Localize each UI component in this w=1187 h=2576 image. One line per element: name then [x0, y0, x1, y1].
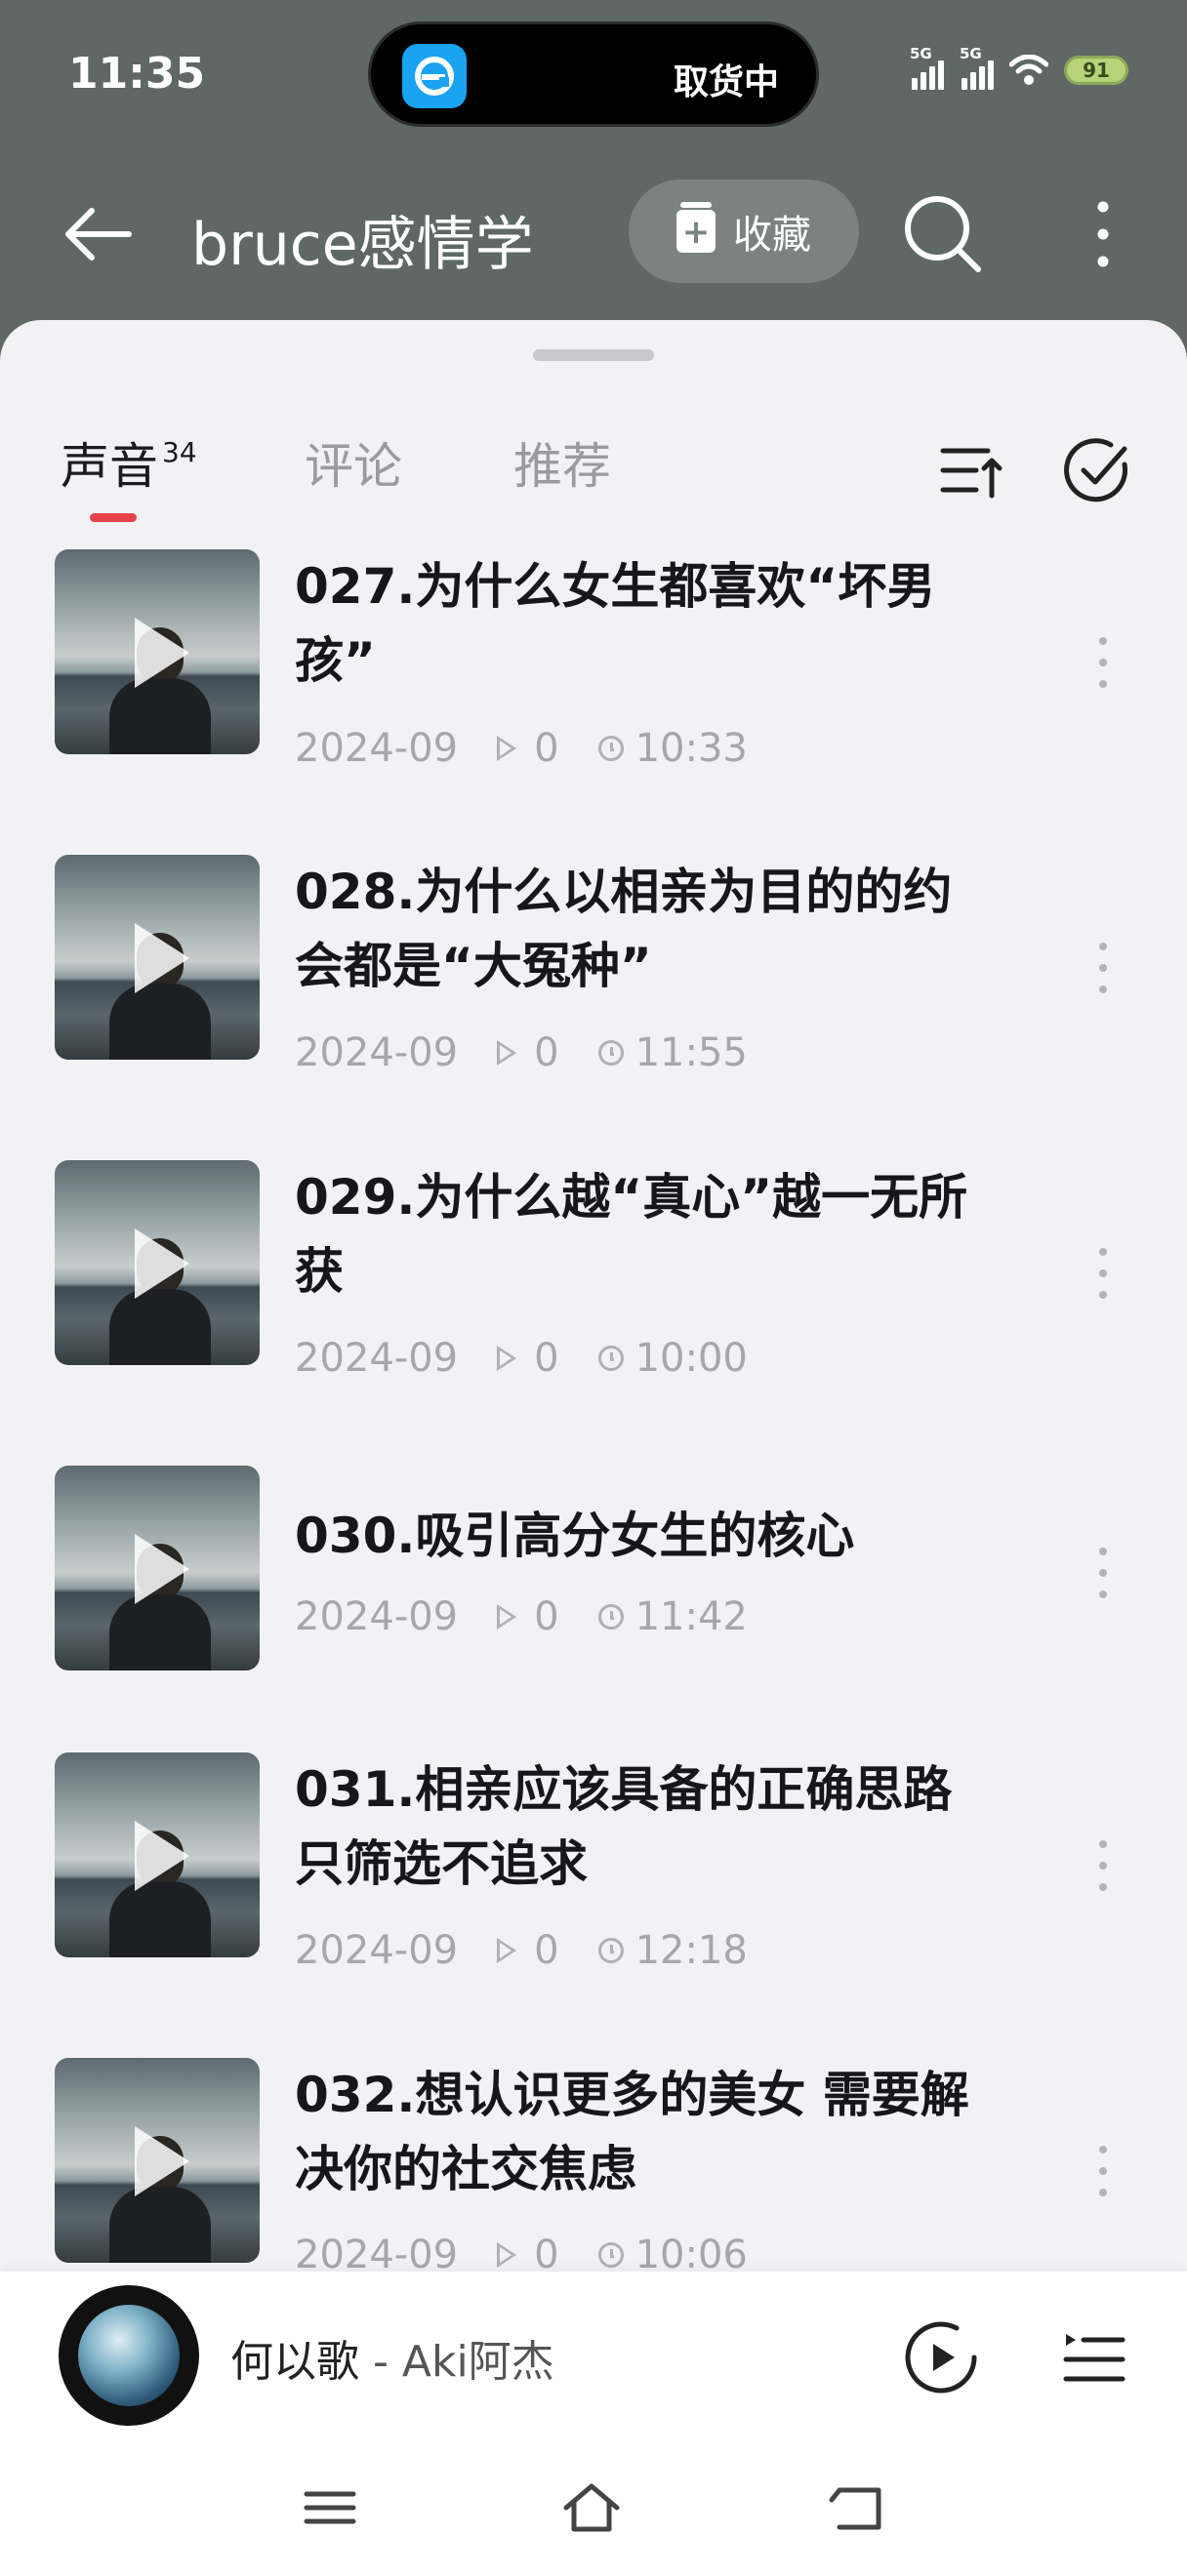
now-playing-song: 何以歌 — [230, 2337, 359, 2387]
dynamic-island[interactable]: 取货中 — [368, 21, 819, 127]
now-playing-cover — [78, 2305, 180, 2406]
episode-date: 2024-09 — [295, 726, 459, 771]
album-title: bruce感情学 — [191, 211, 534, 279]
clock-icon — [597, 2242, 624, 2268]
now-playing-separator: - — [359, 2337, 402, 2387]
episode-meta: 2024-09 0 10:00 — [295, 1336, 748, 1381]
search-icon[interactable] — [898, 189, 986, 277]
episode-cover — [55, 1160, 260, 1365]
episode-play-count: 0 — [534, 726, 559, 771]
clock-icon — [597, 1938, 624, 1963]
signal-label-2: 5G — [960, 45, 982, 62]
mini-player[interactable]: 何以歌 - Aki阿杰 — [0, 2272, 1187, 2437]
playlist-icon[interactable] — [1062, 2326, 1126, 2391]
sort-icon[interactable] — [937, 437, 1005, 505]
episode-more-icon[interactable] — [1097, 1248, 1109, 1307]
episode-more-icon[interactable] — [1097, 943, 1109, 1001]
sheet-handle[interactable] — [533, 349, 654, 361]
episode-play-count: 0 — [534, 1594, 559, 1639]
signal-label: 5G — [910, 45, 932, 62]
now-playing-disc[interactable] — [59, 2285, 199, 2426]
play-count-icon — [497, 1346, 517, 1371]
top-app-bar: bruce感情学 + 收藏 — [0, 156, 1187, 312]
episode-cover — [55, 855, 260, 1060]
system-nav-bar — [0, 2437, 1187, 2576]
episode-title: 027.为什么女生都喜欢“坏男孩” — [295, 558, 936, 689]
collect-button[interactable]: + 收藏 — [629, 180, 859, 283]
episode-cover — [55, 2058, 260, 2263]
episode-title: 032.想认识更多的美女 需要解决你的社交焦虑 — [295, 2067, 969, 2197]
episode-date: 2024-09 — [295, 1928, 459, 1973]
status-bar: 11:35 取货中 5G 5G 91 — [0, 0, 1187, 156]
multi-select-check-icon[interactable] — [1062, 435, 1132, 505]
collect-plus-icon: + — [676, 202, 716, 253]
tab-sounds-count: 34 — [162, 436, 197, 468]
collect-label: 收藏 — [733, 213, 811, 258]
back-nav-icon[interactable] — [826, 2478, 888, 2537]
episode-duration: 12:18 — [634, 1928, 748, 1973]
play-count-icon — [497, 1040, 517, 1066]
menu-nav-icon[interactable] — [299, 2478, 361, 2537]
episode-meta: 2024-09 0 11:55 — [295, 1030, 748, 1075]
signal-icon-2: 5G — [960, 45, 994, 90]
status-time: 11:35 — [68, 49, 206, 99]
episode-cover — [55, 1752, 260, 1957]
episode-title: 029.为什么越“真心”越一无所获 — [295, 1169, 968, 1300]
clock-icon — [597, 1604, 624, 1630]
tab-indicator — [90, 513, 137, 522]
play-count-icon — [497, 1604, 517, 1630]
home-nav-icon[interactable] — [560, 2478, 623, 2537]
now-playing-title: 何以歌 - Aki阿杰 — [230, 2326, 554, 2389]
episode-more-icon[interactable] — [1097, 637, 1109, 696]
episode-meta: 2024-09 0 12:18 — [295, 1928, 748, 1973]
back-arrow-icon[interactable] — [57, 193, 139, 275]
episode-meta: 2024-09 0 10:33 — [295, 726, 748, 771]
signal-icon: 5G — [910, 45, 944, 90]
clock-icon — [597, 736, 624, 761]
play-count-icon — [497, 1938, 517, 1963]
episode-sheet: 声音 34 评论 推荐 027.为什么女生都喜欢“坏男孩” 2024-09 0 1… — [0, 320, 1187, 2576]
episode-title: 031.相亲应该具备的正确思路 只筛选不追求 — [295, 1761, 953, 1892]
episode-duration: 11:42 — [634, 1594, 748, 1639]
episode-cover — [55, 549, 260, 754]
tab-sounds[interactable]: 声音 34 — [61, 427, 197, 498]
episode-duration: 10:00 — [634, 1336, 748, 1381]
episode-date: 2024-09 — [295, 1594, 459, 1639]
episode-play-count: 0 — [534, 1030, 559, 1075]
episode-play-count: 0 — [534, 1928, 559, 1973]
wifi-icon — [1009, 55, 1048, 85]
episode-meta: 2024-09 0 11:42 — [295, 1594, 748, 1639]
tab-comments[interactable]: 评论 — [305, 427, 402, 498]
episode-play-count: 0 — [534, 1336, 559, 1381]
play-count-icon — [497, 2242, 517, 2268]
island-status-text: 取货中 — [673, 62, 779, 102]
clock-icon — [597, 1040, 624, 1066]
episode-date: 2024-09 — [295, 1336, 459, 1381]
battery-icon: 91 — [1064, 56, 1128, 85]
now-playing-artist: Aki阿杰 — [401, 2337, 554, 2387]
episode-cover — [55, 1466, 260, 1670]
episode-duration: 10:33 — [634, 726, 748, 771]
episode-duration: 11:55 — [634, 1030, 748, 1075]
tab-bar: 声音 34 评论 推荐 — [0, 427, 1187, 535]
play-count-icon — [497, 736, 517, 761]
episode-more-icon[interactable] — [1097, 2146, 1109, 2204]
delivery-app-icon — [402, 44, 467, 108]
more-vertical-icon[interactable] — [1084, 193, 1123, 275]
system-icons: 5G 5G 91 — [910, 45, 1128, 90]
play-button-icon[interactable] — [900, 2316, 982, 2398]
episode-more-icon[interactable] — [1097, 1840, 1109, 1899]
episode-date: 2024-09 — [295, 1030, 459, 1075]
episode-title: 030.吸引高分女生的核心 — [295, 1508, 855, 1564]
tab-recommend[interactable]: 推荐 — [513, 427, 611, 498]
episode-title: 028.为什么以相亲为目的的约会都是“大冤种” — [295, 864, 953, 994]
clock-icon — [597, 1346, 624, 1371]
tab-sounds-label: 声音 — [61, 438, 158, 495]
episode-more-icon[interactable] — [1097, 1548, 1109, 1606]
